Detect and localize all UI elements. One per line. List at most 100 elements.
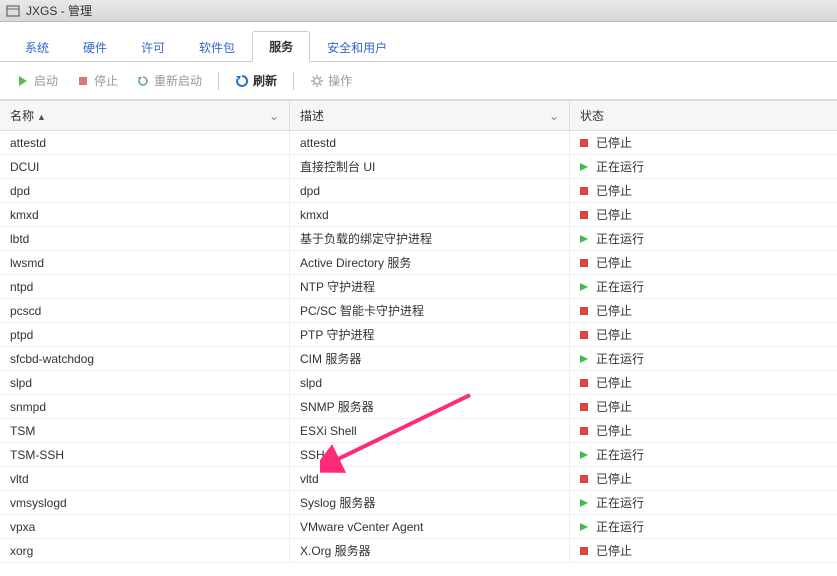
- cell-desc: vltd: [290, 467, 570, 490]
- window-titlebar: JXGS - 管理: [0, 0, 837, 22]
- play-icon: [580, 499, 588, 507]
- status-label: 已停止: [596, 470, 632, 487]
- table-row[interactable]: attestdattestd 已停止: [0, 131, 837, 155]
- status-label: 正在运行: [596, 230, 644, 247]
- chevron-down-icon[interactable]: ⌄: [549, 109, 559, 123]
- column-header-name[interactable]: 名称▲ ⌄: [0, 101, 290, 130]
- cell-status: 正在运行: [570, 347, 837, 370]
- stop-icon: [580, 307, 588, 315]
- table-row[interactable]: ntpdNTP 守护进程 正在运行: [0, 275, 837, 299]
- table-row[interactable]: vltdvltd 已停止: [0, 467, 837, 491]
- table-row[interactable]: xorgX.Org 服务器已停止: [0, 539, 837, 563]
- refresh-label: 刷新: [253, 72, 277, 89]
- cell-name: lbtd: [0, 227, 290, 250]
- table-row[interactable]: ptpdPTP 守护进程 已停止: [0, 323, 837, 347]
- table-row[interactable]: TSMESXi Shell已停止: [0, 419, 837, 443]
- cell-desc: NTP 守护进程: [290, 275, 570, 298]
- cell-name: slpd: [0, 371, 290, 394]
- column-header-status[interactable]: 状态: [570, 101, 837, 130]
- cell-status: 已停止: [570, 299, 837, 322]
- cell-status: 已停止: [570, 395, 837, 418]
- cell-name: TSM-SSH: [0, 443, 290, 466]
- cell-name: vltd: [0, 467, 290, 490]
- sort-asc-icon: ▲: [37, 112, 46, 122]
- actions-button[interactable]: 操作: [304, 69, 358, 92]
- window-title: JXGS - 管理: [26, 2, 92, 19]
- refresh-icon: [235, 74, 249, 88]
- table-row[interactable]: snmpdSNMP 服务器已停止: [0, 395, 837, 419]
- tab-0[interactable]: 系统: [8, 32, 66, 62]
- cell-name: dpd: [0, 179, 290, 202]
- toolbar-separator: [293, 72, 294, 90]
- tab-1[interactable]: 硬件: [66, 32, 124, 62]
- stop-icon: [580, 211, 588, 219]
- table-row[interactable]: sfcbd-watchdogCIM 服务器正在运行: [0, 347, 837, 371]
- table-row[interactable]: TSM-SSHSSH正在运行: [0, 443, 837, 467]
- tab-5[interactable]: 安全和用户: [310, 32, 404, 62]
- start-button[interactable]: 启动: [10, 69, 64, 92]
- cell-desc: dpd: [290, 179, 570, 202]
- table-row[interactable]: pcscdPC/SC 智能卡守护进程已停止: [0, 299, 837, 323]
- actions-label: 操作: [328, 72, 352, 89]
- tab-3[interactable]: 软件包: [182, 32, 252, 62]
- stop-icon: [580, 379, 588, 387]
- cell-name: ntpd: [0, 275, 290, 298]
- play-icon: [580, 283, 588, 291]
- cell-status: 正在运行: [570, 227, 837, 250]
- cell-name: sfcbd-watchdog: [0, 347, 290, 370]
- stop-icon: [580, 259, 588, 267]
- cell-status: 已停止: [570, 131, 837, 154]
- window-icon: [6, 4, 20, 18]
- play-icon: [580, 163, 588, 171]
- table-body: attestdattestd已停止DCUI直接控制台 UI正在运行dpddpd已…: [0, 131, 837, 563]
- cell-desc: VMware vCenter Agent: [290, 515, 570, 538]
- status-label: 已停止: [596, 326, 632, 343]
- play-icon: [580, 355, 588, 363]
- stop-label: 停止: [94, 72, 118, 89]
- cell-name: attestd: [0, 131, 290, 154]
- stop-icon: [580, 427, 588, 435]
- cell-desc: PTP 守护进程: [290, 323, 570, 346]
- play-icon: [580, 523, 588, 531]
- stop-icon: [580, 475, 588, 483]
- column-header-desc[interactable]: 描述 ⌄: [290, 101, 570, 130]
- table-row[interactable]: vmsyslogdSyslog 服务器正在运行: [0, 491, 837, 515]
- play-icon: [16, 74, 30, 88]
- status-label: 已停止: [596, 398, 632, 415]
- table-row[interactable]: dpddpd已停止: [0, 179, 837, 203]
- tab-4[interactable]: 服务: [252, 31, 310, 62]
- cell-desc: slpd: [290, 371, 570, 394]
- table-row[interactable]: lwsmdActive Directory 服务已停止: [0, 251, 837, 275]
- cell-name: ptpd: [0, 323, 290, 346]
- stop-icon: [580, 187, 588, 195]
- table-row[interactable]: lbtd基于负载的绑定守护进程正在运行: [0, 227, 837, 251]
- table-row[interactable]: kmxdkmxd已停止: [0, 203, 837, 227]
- status-label: 已停止: [596, 134, 632, 151]
- start-label: 启动: [34, 72, 58, 89]
- chevron-down-icon[interactable]: ⌄: [269, 109, 279, 123]
- cell-desc: attestd: [290, 131, 570, 154]
- refresh-button[interactable]: 刷新: [229, 69, 283, 92]
- play-icon: [580, 451, 588, 459]
- status-label: 已停止: [596, 302, 632, 319]
- status-label: 正在运行: [596, 158, 644, 175]
- stop-icon: [580, 331, 588, 339]
- cell-status: 正在运行: [570, 275, 837, 298]
- stop-icon: [76, 74, 90, 88]
- cell-name: lwsmd: [0, 251, 290, 274]
- restart-button[interactable]: 重新启动: [130, 69, 208, 92]
- main-tabs: 系统硬件许可软件包服务安全和用户: [0, 22, 837, 62]
- stop-icon: [580, 139, 588, 147]
- status-label: 已停止: [596, 254, 632, 271]
- cell-status: 已停止: [570, 371, 837, 394]
- status-label: 正在运行: [596, 518, 644, 535]
- cell-status: 已停止: [570, 467, 837, 490]
- stop-button[interactable]: 停止: [70, 69, 124, 92]
- table-row[interactable]: slpdslpd已停止: [0, 371, 837, 395]
- tab-2[interactable]: 许可: [124, 32, 182, 62]
- table-row[interactable]: vpxaVMware vCenter Agent正在运行: [0, 515, 837, 539]
- status-label: 正在运行: [596, 278, 644, 295]
- cell-status: 已停止: [570, 419, 837, 442]
- table-row[interactable]: DCUI直接控制台 UI正在运行: [0, 155, 837, 179]
- status-label: 正在运行: [596, 350, 644, 367]
